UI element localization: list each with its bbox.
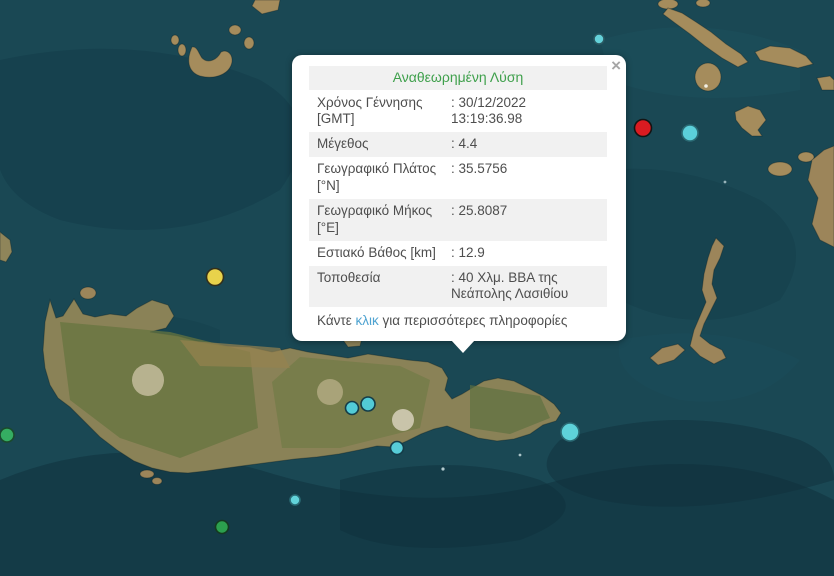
close-icon[interactable]: × [611,57,621,74]
row-latitude: Γεωγραφικό Πλάτος [°N] : 35.5756 [309,157,607,199]
footer-suffix: για περισσότερες πληροφορίες [379,313,568,328]
earthquake-marker[interactable] [216,521,229,534]
row-origin-time: Χρόνος Γέννησης [GMT] : 30/12/2022 13:19… [309,91,607,133]
latitude-label: Γεωγραφικό Πλάτος [°N] [317,161,451,195]
earthquake-marker[interactable] [635,120,652,137]
magnitude-label: Μέγεθος [317,136,451,153]
popup-title: Αναθεωρημένη Λύση [309,66,607,90]
earthquake-marker[interactable] [594,34,604,44]
magnitude-value: : 4.4 [451,136,599,153]
earthquake-marker[interactable] [391,442,404,455]
longitude-value: : 25.8087 [451,203,599,237]
more-info-link[interactable]: κλικ [356,313,379,328]
origin-time-value: : 30/12/2022 13:19:36.98 [451,95,599,129]
row-longitude: Γεωγραφικό Μήκος [°E] : 25.8087 [309,199,607,241]
row-magnitude: Μέγεθος : 4.4 [309,132,607,157]
row-depth: Εστιακό Βάθος [km] : 12.9 [309,241,607,266]
map[interactable]: × Αναθεωρημένη Λύση Χρόνος Γέννησης [GMT… [0,0,834,576]
earthquake-marker[interactable] [561,423,579,441]
row-location: Τοποθεσία : 40 Χλμ. ΒΒΑ της Νεάπολης Λασ… [309,266,607,308]
depth-label: Εστιακό Βάθος [km] [317,245,451,262]
depth-value: : 12.9 [451,245,599,262]
earthquake-marker[interactable] [346,402,359,415]
popup-rows: Χρόνος Γέννησης [GMT] : 30/12/2022 13:19… [309,91,607,308]
location-value: : 40 Χλμ. ΒΒΑ της Νεάπολης Λασιθίου [451,270,599,304]
popup-footer: Κάντε κλικ για περισσότερες πληροφορίες [309,307,607,332]
island-anafi [695,63,721,91]
origin-time-label: Χρόνος Γέννησης [GMT] [317,95,451,129]
earthquake-info-popup: × Αναθεωρημένη Λύση Χρόνος Γέννησης [GMT… [292,55,626,341]
earthquake-marker[interactable] [0,428,14,442]
footer-prefix: Κάντε [317,313,356,328]
earthquake-marker[interactable] [290,495,300,505]
latitude-value: : 35.5756 [451,161,599,195]
earthquake-marker[interactable] [361,397,375,411]
earthquake-marker[interactable] [207,269,224,286]
location-label: Τοποθεσία [317,270,451,304]
earthquake-marker[interactable] [682,125,698,141]
longitude-label: Γεωγραφικό Μήκος [°E] [317,203,451,237]
